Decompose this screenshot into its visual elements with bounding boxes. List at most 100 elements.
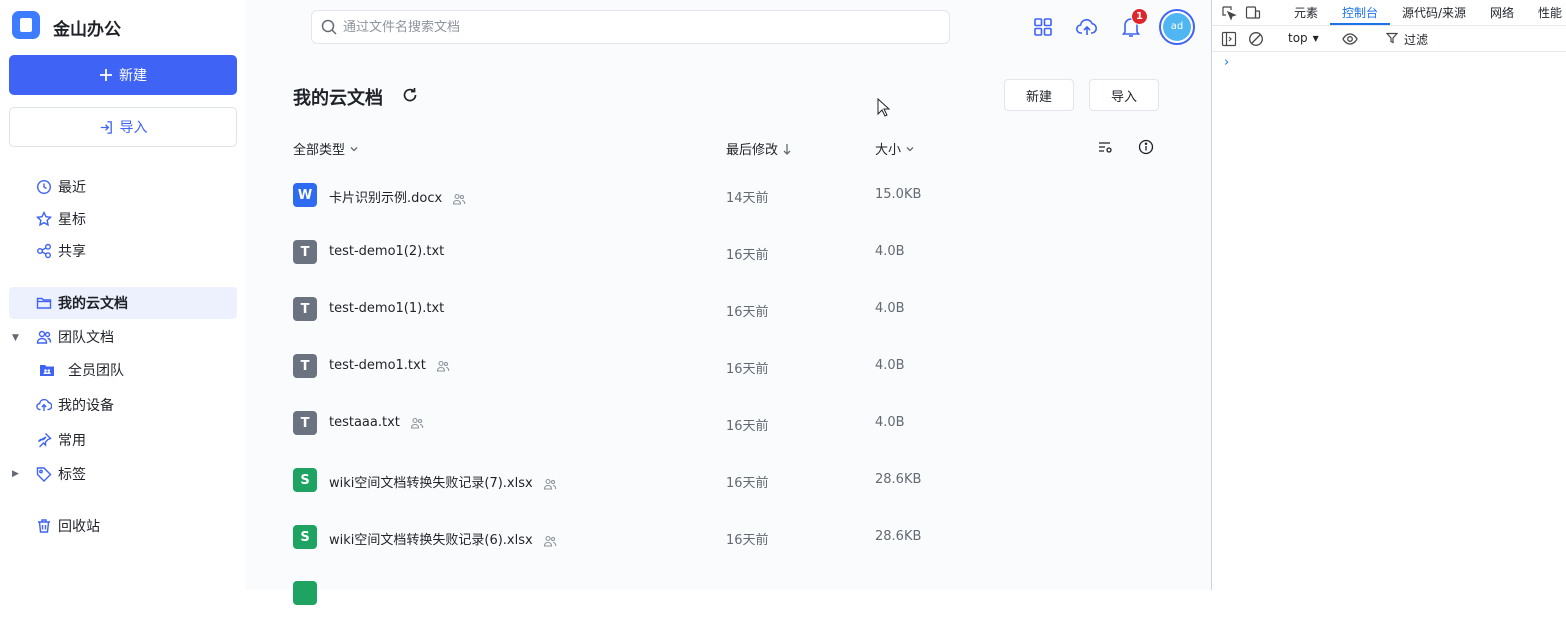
search-icon — [321, 19, 337, 35]
word-file-icon: W — [293, 183, 317, 207]
shared-users-icon — [410, 416, 424, 430]
sidebar-item-my-devices[interactable]: 我的设备 — [9, 389, 237, 421]
app-logo-icon — [12, 11, 40, 39]
file-name[interactable]: test-demo1(1).txt — [329, 301, 444, 316]
sidebar-item-tags[interactable]: 标签 — [9, 458, 237, 490]
sidebar-item-recycle-bin[interactable]: 回收站 — [9, 510, 237, 542]
apps-grid-icon[interactable] — [1031, 15, 1055, 39]
cloud-upload-icon — [36, 397, 52, 413]
page-title: 我的云文档 — [293, 88, 383, 109]
file-name[interactable]: 卡片识别示例.docx — [329, 187, 466, 206]
notification-badge: 1 — [1131, 8, 1148, 25]
table-row[interactable]: W 卡片识别示例.docx 14天前 15.0KB — [293, 183, 1173, 240]
file-name-text: testaaa.txt — [329, 415, 400, 430]
devtools-tab-network[interactable]: 网络 — [1490, 4, 1514, 21]
table-row[interactable]: Swiki空间文档转换失败记录(6).xlsx 16天前 28.6KB — [293, 525, 1173, 582]
new-button-label: 新建 — [119, 68, 147, 84]
file-modified-time: 16天前 — [726, 305, 769, 320]
file-name[interactable]: test-demo1.txt — [329, 358, 450, 373]
import-doc-button[interactable]: 导入 — [1089, 79, 1159, 111]
file-name-text: wiki空间文档转换失败记录(6).xlsx — [329, 533, 533, 548]
file-name-text: test-demo1(2).txt — [329, 244, 445, 259]
shared-users-icon — [543, 534, 557, 548]
info-icon[interactable] — [1138, 139, 1154, 155]
device-toolbar-icon[interactable] — [1245, 5, 1261, 21]
file-name[interactable]: testaaa.txt — [329, 415, 424, 430]
text-file-icon: T — [293, 240, 317, 264]
file-name[interactable]: wiki空间文档转换失败记录(7).xlsx — [329, 472, 557, 491]
devtools-tab-performance[interactable]: 性能 — [1538, 4, 1562, 21]
sidebar-item-my-cloud-docs[interactable]: 我的云文档 — [9, 287, 237, 319]
sidebar-item-recent[interactable]: 最近 — [9, 171, 237, 203]
filter-input[interactable]: 过滤 — [1404, 31, 1428, 48]
star-icon — [36, 211, 52, 227]
context-label: top — [1288, 31, 1308, 45]
refresh-icon[interactable] — [401, 86, 419, 104]
file-modified-time: 16天前 — [726, 362, 769, 377]
sidebar: 金山办公 新建 导入 最近 星标 共享 我的云文档 ▼ 团队文档 全员团队 我的… — [0, 0, 246, 590]
upload-cloud-icon[interactable] — [1075, 15, 1099, 39]
spreadsheet-file-icon: S — [293, 525, 317, 549]
type-filter-dropdown[interactable]: 全部类型 — [293, 139, 359, 158]
size-sort-header[interactable]: 大小 — [875, 139, 915, 158]
new-doc-button[interactable]: 新建 — [1004, 79, 1074, 111]
devtools-tab-sources[interactable]: 源代码/来源 — [1402, 4, 1466, 21]
file-name-text: test-demo1(1).txt — [329, 301, 445, 316]
sidebar-item-starred[interactable]: 星标 — [9, 203, 237, 235]
table-row[interactable]: Ttest-demo1.txt 16天前 4.0B — [293, 354, 1173, 411]
type-filter-label: 全部类型 — [293, 143, 346, 158]
sidebar-item-team-docs[interactable]: 团队文档 — [9, 321, 237, 353]
context-selector[interactable]: top ▼ — [1288, 31, 1319, 45]
app-window: 金山办公 新建 导入 最近 星标 共享 我的云文档 ▼ 团队文档 全员团队 我的… — [0, 0, 1211, 605]
file-modified-time: 16天前 — [726, 248, 769, 263]
search-bar[interactable] — [311, 10, 950, 44]
search-input[interactable] — [343, 19, 923, 35]
shared-users-icon — [452, 192, 466, 206]
file-name[interactable]: wiki空间文档转换失败记录(6).xlsx — [329, 529, 557, 548]
table-row[interactable]: Ttest-demo1(1).txt 16天前 4.0B — [293, 297, 1173, 354]
inspect-element-icon[interactable] — [1221, 5, 1237, 21]
sidebar-item-label: 共享 — [58, 244, 86, 260]
dropdown-triangle-icon: ▼ — [1312, 33, 1319, 43]
sidebar-item-label: 星标 — [58, 212, 86, 228]
file-size: 28.6KB — [875, 472, 922, 487]
sidebar-item-label: 最近 — [58, 180, 86, 196]
sidebar-item-label: 我的云文档 — [58, 296, 128, 312]
modified-header-label: 最后修改 — [726, 143, 779, 158]
text-file-icon: T — [293, 411, 317, 435]
shared-users-icon — [436, 359, 450, 373]
file-size: 15.0KB — [875, 187, 922, 202]
sidebar-toggle-icon[interactable] — [1221, 31, 1237, 47]
table-row[interactable]: Swiki空间文档转换失败记录(7).xlsx 16天前 28.6KB — [293, 468, 1173, 525]
sidebar-item-shared[interactable]: 共享 — [9, 235, 237, 267]
eye-icon[interactable] — [1342, 31, 1358, 47]
tag-icon — [36, 466, 52, 482]
sidebar-item-label: 常用 — [58, 433, 86, 449]
file-size: 28.6KB — [875, 529, 922, 544]
size-header-label: 大小 — [875, 143, 902, 158]
import-button[interactable]: 导入 — [9, 107, 237, 147]
sidebar-item-label: 团队文档 — [58, 330, 114, 346]
file-name[interactable]: test-demo1(2).txt — [329, 244, 444, 259]
arrow-down-icon — [783, 143, 791, 155]
clear-console-icon[interactable] — [1248, 31, 1264, 47]
clock-icon — [36, 179, 52, 195]
avatar[interactable]: ad — [1159, 9, 1195, 45]
sidebar-item-all-members-team[interactable]: 全员团队 — [9, 354, 237, 386]
file-size: 4.0B — [875, 415, 905, 430]
share-icon — [36, 243, 52, 259]
devtools-tab-console[interactable]: 控制台 — [1342, 4, 1378, 21]
sidebar-item-frequent[interactable]: 常用 — [9, 424, 237, 456]
console-prompt[interactable]: › — [1224, 55, 1229, 70]
devtools-tab-elements[interactable]: 元素 — [1294, 4, 1318, 21]
new-button[interactable]: 新建 — [9, 55, 237, 95]
file-name-text: 卡片识别示例.docx — [329, 191, 443, 206]
text-file-icon: T — [293, 297, 317, 321]
list-settings-icon[interactable] — [1097, 139, 1113, 155]
table-row[interactable]: Ttestaaa.txt 16天前 4.0B — [293, 411, 1173, 468]
plus-icon — [100, 69, 112, 81]
table-row[interactable]: Ttest-demo1(2).txt 16天前 4.0B — [293, 240, 1173, 297]
modified-sort-header[interactable]: 最后修改 — [726, 139, 792, 158]
folder-icon — [36, 295, 52, 311]
file-modified-time: 16天前 — [726, 533, 769, 548]
